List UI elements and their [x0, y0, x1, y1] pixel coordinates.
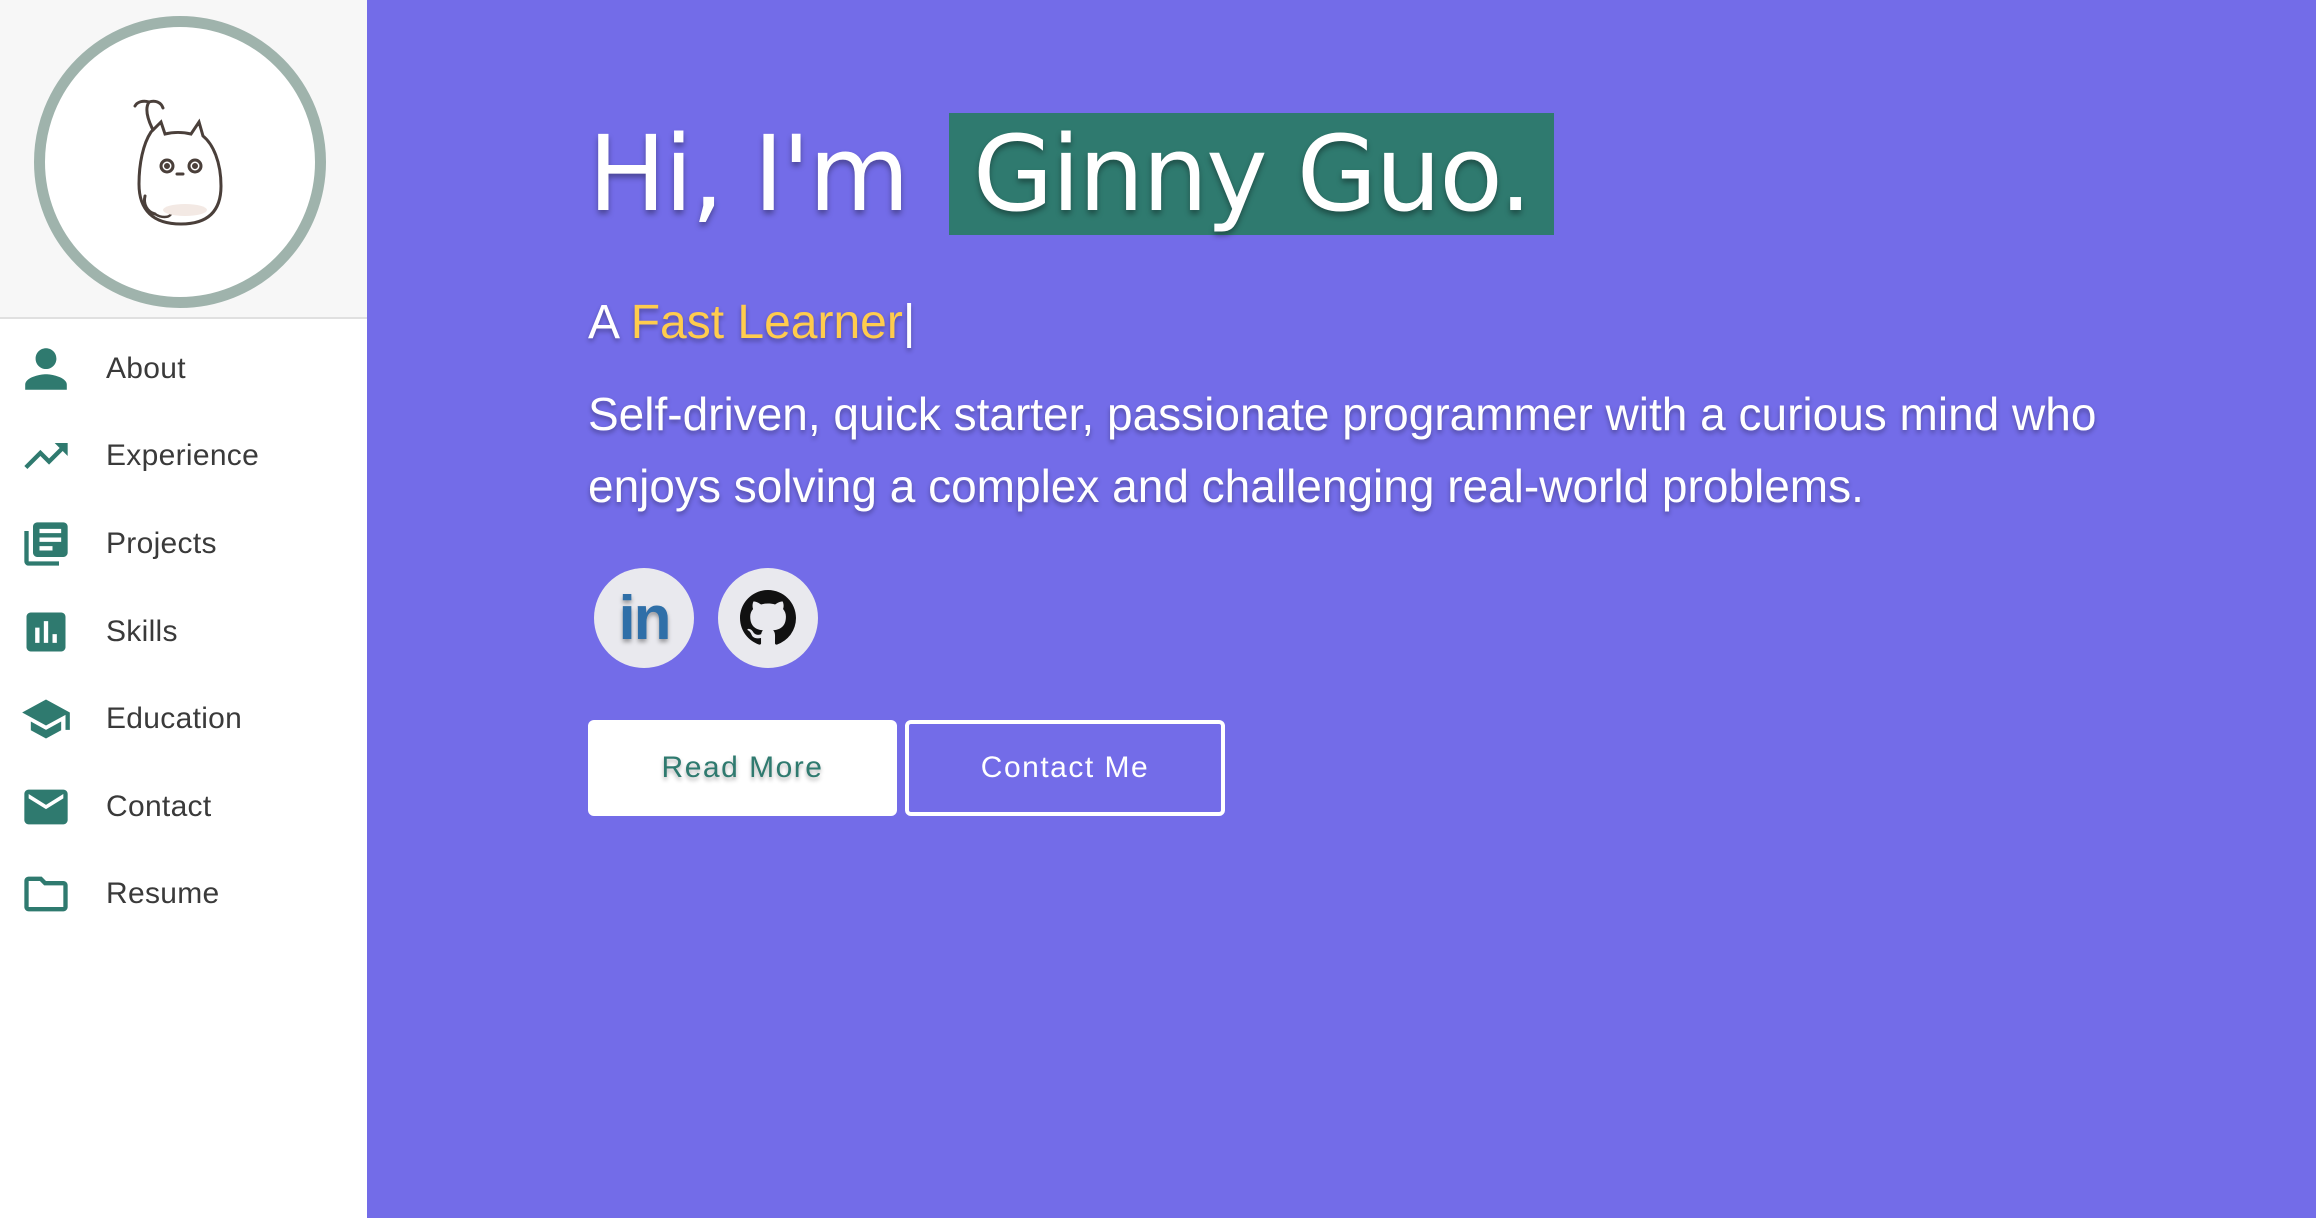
hero-name: Ginny Guo.	[948, 113, 1555, 235]
trending-up-icon	[20, 430, 72, 482]
contact-me-button[interactable]: Contact Me	[905, 720, 1225, 816]
sidebar-item-education[interactable]: Education	[0, 675, 367, 763]
sidebar-item-label: Education	[106, 702, 243, 736]
app-root: About Experience Projects Skills Educati…	[0, 0, 2316, 1218]
folder-icon	[20, 868, 72, 920]
sidebar-item-projects[interactable]: Projects	[0, 500, 367, 588]
hero-description: Self-driven, quick starter, passionate p…	[588, 388, 2097, 512]
sidebar-item-label: About	[106, 351, 186, 385]
sidebar-header	[0, 0, 367, 319]
sidebar: About Experience Projects Skills Educati…	[0, 0, 367, 1218]
sidebar-item-resume[interactable]: Resume	[0, 851, 367, 939]
sidebar-item-label: Experience	[106, 439, 260, 473]
hero-subtitle: A Fast Learner|	[588, 295, 2168, 350]
sidebar-item-label: Skills	[106, 614, 178, 648]
hero-actions: Read More Contact Me	[588, 720, 2168, 816]
subtitle-typed-text: Fast Learner	[630, 296, 903, 349]
typing-cursor: |	[902, 296, 916, 349]
totoro-sprout-icon	[133, 99, 223, 226]
sidebar-item-skills[interactable]: Skills	[0, 588, 367, 676]
linkedin-icon: in	[618, 583, 671, 653]
avatar[interactable]	[34, 16, 326, 308]
page-title: Hi, I'm Ginny Guo.	[588, 113, 2168, 235]
github-icon	[740, 590, 796, 645]
read-more-button[interactable]: Read More	[588, 720, 897, 816]
social-links: in	[588, 568, 2168, 668]
sidebar-nav: About Experience Projects Skills Educati…	[0, 325, 367, 938]
sidebar-item-label: Contact	[106, 789, 212, 823]
hero-section: Hi, I'm Ginny Guo. A Fast Learner| Self-…	[588, 113, 2168, 816]
sidebar-item-experience[interactable]: Experience	[0, 413, 367, 501]
hero-greeting: Hi, I'm	[588, 113, 910, 235]
main-content: Hi, I'm Ginny Guo. A Fast Learner| Self-…	[367, 0, 2316, 1218]
sidebar-item-contact[interactable]: Contact	[0, 763, 367, 851]
sidebar-item-label: Projects	[106, 526, 217, 560]
library-books-icon	[20, 518, 72, 570]
sidebar-item-about[interactable]: About	[0, 325, 367, 413]
graduation-cap-icon	[20, 693, 72, 745]
sidebar-item-label: Resume	[106, 877, 220, 911]
person-icon	[20, 343, 72, 395]
github-button[interactable]	[718, 568, 818, 668]
mail-icon	[20, 781, 72, 833]
bar-chart-icon	[20, 606, 72, 658]
linkedin-button[interactable]: in	[594, 568, 694, 668]
subtitle-prefix: A	[588, 296, 618, 349]
